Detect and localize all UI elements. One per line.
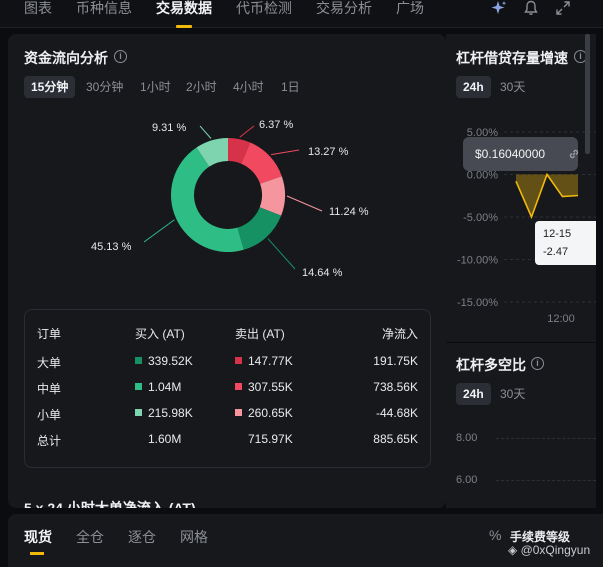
- sell-color-swatch: [235, 409, 242, 416]
- big-order-inflow-title: 5 x 24 小时大单净流入 (AT): [24, 500, 196, 508]
- watermark-logo-icon: ◈: [508, 543, 518, 557]
- watermark: ◈ @0xQingyun: [508, 543, 591, 557]
- gridline: [496, 480, 596, 481]
- scrollbar[interactable]: [585, 34, 590, 154]
- top-tab-bar: 图表 币种信息 交易数据 代币检测 交易分析 广场: [0, 0, 603, 28]
- buy-color-swatch: [135, 357, 142, 364]
- sell-color-swatch: [235, 357, 242, 364]
- slice-leader-line: [239, 125, 255, 138]
- expand-icon[interactable]: [555, 0, 571, 16]
- link-icon: [569, 149, 579, 159]
- money-flow-donut-chart: [143, 125, 323, 270]
- ratio-range-30d[interactable]: 30天: [500, 383, 525, 405]
- price-tag[interactable]: $0.16040000: [463, 137, 579, 171]
- chart-tooltip: 12-15 -2.47: [535, 221, 596, 265]
- active-tab-indicator: [30, 552, 44, 555]
- slice-leader-line: [143, 219, 175, 243]
- info-icon[interactable]: i: [531, 357, 544, 370]
- y-tick-label: -5.00%: [463, 212, 498, 224]
- order-flow-table: 订单 买入 (AT) 卖出 (AT) 净流入 大单 339.52K 147.77…: [24, 309, 431, 468]
- tab-isolated-margin[interactable]: 逐仓: [128, 527, 156, 547]
- y-tick-label: 6.00: [456, 474, 478, 486]
- x-tick-label: 12:00: [547, 313, 575, 325]
- leverage-panel: 杠杆借贷存量增速 i 24h 30天 5.00% 0.00% -5.00% -10.0…: [446, 34, 596, 508]
- slice-leader-line: [286, 195, 323, 212]
- leverage-growth-chart: 5.00%0.00%-5.00%-10.00%-15.00%12:00: [457, 127, 596, 325]
- sparkle-icon[interactable]: [491, 0, 507, 16]
- tab-grid[interactable]: 网格: [180, 527, 208, 547]
- bell-icon[interactable]: [523, 0, 539, 16]
- gridline: [496, 438, 596, 439]
- tab-chart[interactable]: 图表: [24, 0, 52, 28]
- tab-square[interactable]: 广场: [396, 0, 424, 28]
- ratio-range-24h[interactable]: 24h: [456, 383, 491, 405]
- y-tick-label: -10.00%: [457, 255, 498, 267]
- y-tick-label: 8.00: [456, 432, 478, 444]
- slice-label: 6.37 %: [259, 119, 294, 131]
- section-divider: [446, 342, 596, 343]
- tab-coin-info[interactable]: 币种信息: [76, 0, 132, 28]
- slice-leader-line: [267, 238, 296, 270]
- donut-slice: [237, 207, 282, 250]
- tab-trading-data[interactable]: 交易数据: [156, 0, 212, 28]
- tab-cross-margin[interactable]: 全仓: [76, 527, 104, 547]
- percent-icon[interactable]: %: [489, 527, 501, 543]
- slice-label: 14.64 %: [302, 267, 343, 279]
- header-net-inflow: 净流入: [381, 327, 418, 341]
- money-flow-panel: 资金流向分析 i 15分钟 30分钟 1小时 2小时 4小时 1日 6.37 %…: [8, 34, 446, 508]
- buy-color-swatch: [135, 383, 142, 390]
- header-sell: 卖出 (AT): [235, 327, 285, 341]
- header-buy: 买入 (AT): [135, 327, 185, 341]
- y-tick-label: 0.00%: [467, 170, 498, 182]
- buy-color-swatch: [135, 409, 142, 416]
- sell-color-swatch: [235, 383, 242, 390]
- slice-label: 9.31 %: [152, 122, 187, 134]
- slice-label: 11.24 %: [329, 206, 369, 218]
- trade-panel: 现货 全仓 逐仓 网格 % 手续费等级 ◈ @0xQingyun: [8, 514, 603, 567]
- tab-token-check[interactable]: 代币检测: [236, 0, 292, 28]
- slice-label: 13.27 %: [308, 146, 349, 158]
- header-order: 订单: [37, 327, 62, 341]
- slice-label: 45.13 %: [91, 241, 132, 253]
- tab-spot[interactable]: 现货: [24, 527, 52, 555]
- y-tick-label: -15.00%: [457, 297, 498, 309]
- long-short-ratio-title: 杠杆多空比: [456, 357, 526, 373]
- tab-trade-analysis[interactable]: 交易分析: [316, 0, 372, 28]
- slice-leader-line: [270, 149, 300, 156]
- active-tab-indicator: [176, 25, 192, 28]
- slice-leader-line: [199, 125, 212, 139]
